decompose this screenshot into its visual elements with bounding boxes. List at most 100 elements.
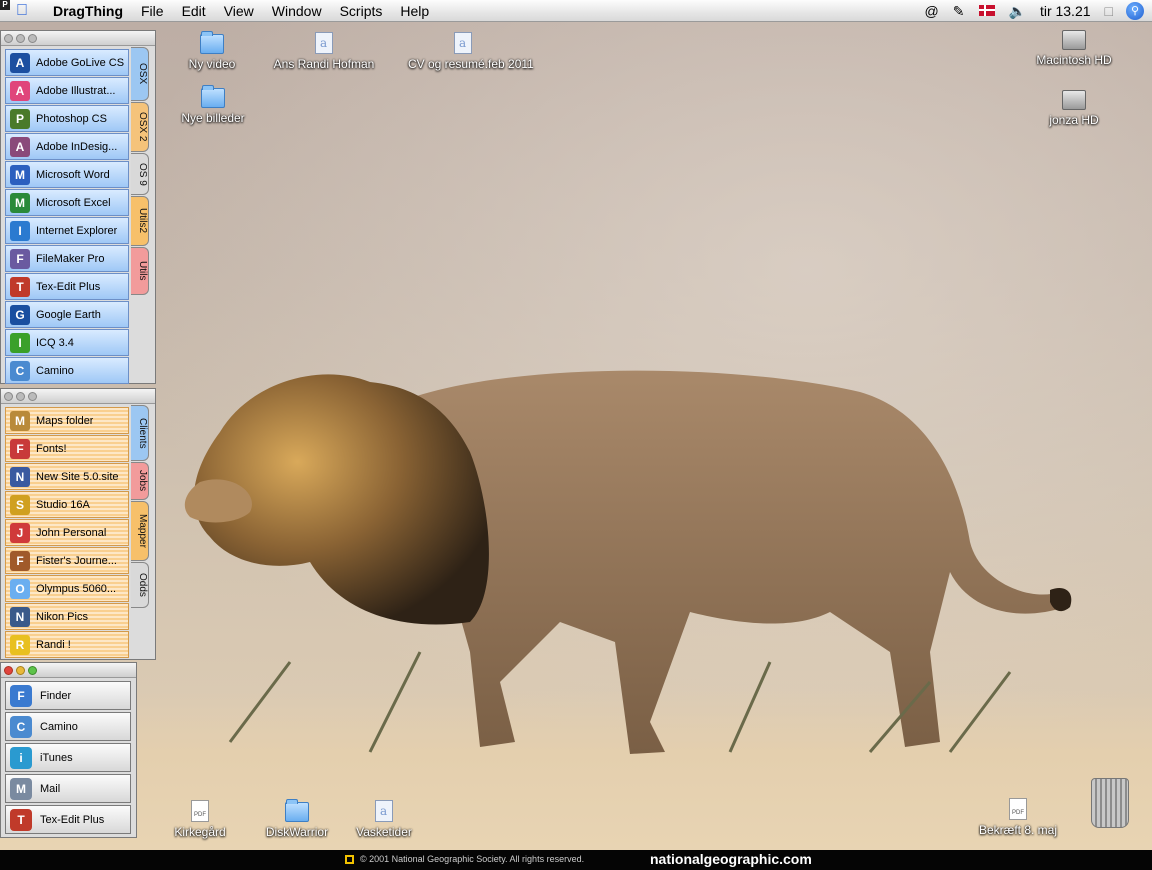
dock-tab-utils2[interactable]: Utils2: [131, 196, 149, 246]
dock-item-label: Camino: [36, 364, 74, 377]
dock-item-label: Adobe InDesig...: [36, 140, 118, 153]
minimize-button[interactable]: [16, 391, 25, 401]
dock-titlebar[interactable]: [1, 663, 136, 678]
dock-item-label: Fonts!: [36, 442, 67, 455]
dock-tab-osx[interactable]: OSX: [131, 47, 149, 101]
dock-item-label: Adobe Illustrat...: [36, 84, 116, 97]
camino-icon: C: [10, 715, 32, 738]
menu-help[interactable]: Help: [391, 0, 438, 22]
zoom-button[interactable]: [28, 33, 37, 43]
dock-item-adobe-illustrat[interactable]: A Adobe Illustrat...: [5, 77, 129, 104]
dock-item-internet-explorer[interactable]: I Internet Explorer: [5, 217, 129, 244]
dock-item-fister-s-journe[interactable]: F Fister's Journe...: [5, 547, 129, 574]
dock-item-maps-folder[interactable]: M Maps folder: [5, 407, 129, 434]
dock-tab-os-9[interactable]: OS 9: [131, 153, 149, 195]
at-status-icon[interactable]: @: [918, 0, 946, 22]
nikon-pics-icon: N: [10, 606, 30, 627]
document-icon: [454, 32, 472, 54]
dock-tab-label: Utils2: [137, 208, 148, 234]
app-menu[interactable]: DragThing: [44, 0, 132, 22]
dock-item-icq-3-4[interactable]: I ICQ 3.4: [5, 329, 129, 356]
volume-icon[interactable]: 🔈: [1002, 0, 1033, 22]
itunes-icon: i: [10, 746, 32, 769]
dock-tab-clients[interactable]: Clients: [131, 405, 149, 461]
dock-item-camino[interactable]: C Camino: [5, 357, 129, 384]
dock-item-adobe-indesig[interactable]: A Adobe InDesig...: [5, 133, 129, 160]
drive-jonza-hd[interactable]: jonza HD: [1019, 90, 1129, 127]
document-icon: [315, 32, 333, 54]
dock-item-mail[interactable]: M Mail: [5, 774, 131, 803]
dock-tab-mapper[interactable]: Mapper: [131, 501, 149, 561]
desktop-folder-nye-billeder[interactable]: Nye billeder: [158, 85, 268, 125]
dock-tab-utils[interactable]: Utils: [131, 247, 149, 295]
menu-edit[interactable]: Edit: [173, 0, 215, 22]
dock-item-studio-16a[interactable]: S Studio 16A: [5, 491, 129, 518]
desktop-doc-cv[interactable]: CV og resumé.feb 2011: [408, 32, 534, 71]
copyright-text: © 2001 National Geographic Society. All …: [360, 854, 585, 864]
dock-tab-label: OSX 2: [137, 112, 148, 142]
desktop: Ny video Nye billeder Ans Randi Hofman C…: [0, 22, 1152, 850]
user-icon[interactable]: □: [1098, 0, 1120, 22]
dock-item-nikon-pics[interactable]: N Nikon Pics: [5, 603, 129, 630]
danish-flag-icon[interactable]: [978, 5, 995, 16]
dock-item-label: Studio 16A: [36, 498, 90, 511]
dock-tab-label: Mapper: [137, 514, 148, 548]
dock-item-microsoft-excel[interactable]: M Microsoft Excel: [5, 189, 129, 216]
new-site-5-0-site-icon: N: [10, 466, 30, 487]
dock-item-randi[interactable]: R Randi !: [5, 631, 129, 658]
spotlight-icon[interactable]: ⚲: [1126, 1, 1144, 20]
desktop-doc-ans-randi-hofman[interactable]: Ans Randi Hofman: [269, 32, 379, 71]
zoom-button[interactable]: [28, 391, 37, 401]
trash[interactable]: [1055, 778, 1152, 828]
close-button[interactable]: [4, 33, 13, 43]
dock-item-label: Google Earth: [36, 308, 101, 321]
dragthing-dock-apps: A Adobe GoLive CS A Adobe Illustrat... P Phot…: [0, 30, 156, 384]
dock-item-photoshop-cs[interactable]: P Photoshop CS: [5, 105, 129, 132]
dock-item-fonts[interactable]: F Fonts!: [5, 435, 129, 462]
script-status-icon[interactable]: ✎: [946, 0, 972, 22]
dock-item-tex-edit-plus[interactable]: T Tex-Edit Plus: [5, 805, 131, 834]
dock-item-olympus-5060[interactable]: O Olympus 5060...: [5, 575, 129, 602]
menu-view[interactable]: View: [215, 0, 263, 22]
dock-titlebar[interactable]: [1, 31, 155, 46]
drive-macintosh-hd[interactable]: Macintosh HD: [1019, 30, 1129, 67]
close-button[interactable]: [4, 665, 13, 675]
dock-item-filemaker-pro[interactable]: F FileMaker Pro: [5, 245, 129, 272]
menu-file[interactable]: File: [132, 0, 173, 22]
desktop-pdf-kirkegard[interactable]: PDF Kirkegård: [145, 800, 255, 839]
olympus-5060-icon: O: [10, 578, 30, 599]
dock-tab-odds[interactable]: Odds: [131, 562, 149, 608]
dock-item-adobe-golive-cs[interactable]: A Adobe GoLive CS: [5, 49, 129, 76]
minimize-button[interactable]: [16, 33, 25, 43]
dock-item-itunes[interactable]: i iTunes: [5, 743, 131, 772]
menubar: P  DragThing File Edit View Window Scri…: [0, 0, 1152, 22]
dock-titlebar[interactable]: [1, 389, 155, 404]
zoom-button[interactable]: [28, 665, 37, 675]
dock-item-label: Tex-Edit Plus: [36, 280, 101, 293]
dock-item-label: Camino: [40, 720, 78, 733]
dock-item-microsoft-word[interactable]: M Microsoft Word: [5, 161, 129, 188]
desktop-folder-ny-video[interactable]: Ny video: [157, 31, 267, 71]
dock-tab-label: Odds: [137, 573, 148, 597]
menubar-clock[interactable]: tir 13.21: [1033, 0, 1098, 22]
dock-item-label: Microsoft Word: [36, 168, 110, 181]
dock-item-google-earth[interactable]: G Google Earth: [5, 301, 129, 328]
maps-folder-icon: M: [10, 410, 30, 431]
dock-tab-jobs[interactable]: Jobs: [131, 462, 149, 500]
dock-item-label: ICQ 3.4: [36, 336, 74, 349]
dock-item-finder[interactable]: F Finder: [5, 681, 131, 710]
minimize-button[interactable]: [16, 665, 25, 675]
microsoft-word-icon: M: [10, 164, 30, 185]
hard-drive-icon: [1062, 90, 1086, 110]
close-button[interactable]: [4, 391, 13, 401]
wallpaper-footer: © 2001 National Geographic Society. All …: [0, 850, 1152, 870]
dock-item-tex-edit-plus[interactable]: T Tex-Edit Plus: [5, 273, 129, 300]
menu-window[interactable]: Window: [263, 0, 331, 22]
dock-item-label: iTunes: [40, 751, 73, 764]
menu-scripts[interactable]: Scripts: [331, 0, 392, 22]
dock-item-camino[interactable]: C Camino: [5, 712, 131, 741]
desktop-doc-vasketider[interactable]: Vasketider: [329, 800, 439, 839]
dock-item-new-site-5-0-site[interactable]: N New Site 5.0.site: [5, 463, 129, 490]
dock-tab-osx-2[interactable]: OSX 2: [131, 102, 149, 152]
dock-item-john-personal[interactable]: J John Personal: [5, 519, 129, 546]
